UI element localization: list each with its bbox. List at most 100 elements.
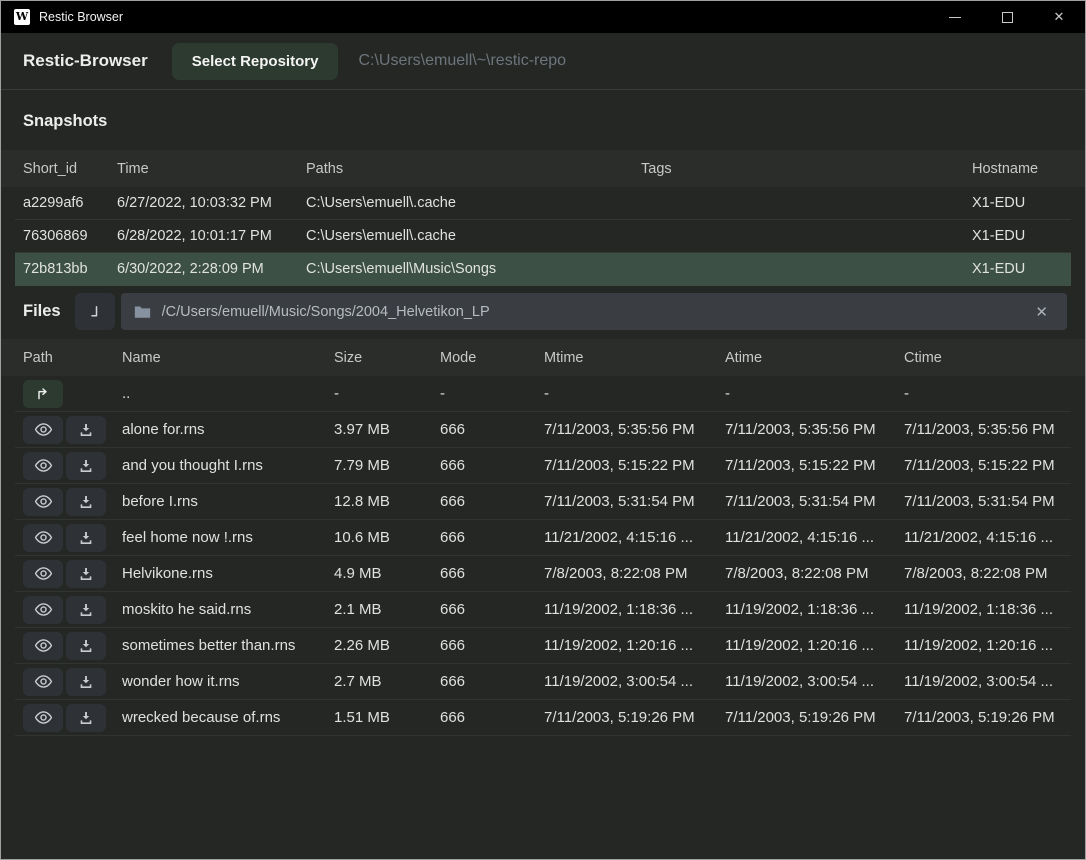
file-name: moskito he said.rns xyxy=(122,601,334,618)
file-row[interactable]: moskito he said.rns 2.1 MB 666 11/19/200… xyxy=(15,592,1071,628)
file-row[interactable]: wonder how it.rns 2.7 MB 666 11/19/2002,… xyxy=(15,664,1071,700)
titlebar: W Restic Browser ✕ xyxy=(1,1,1085,33)
file-ctime: 7/11/2003, 5:31:54 PM xyxy=(904,493,1063,510)
eye-icon xyxy=(34,530,53,545)
download-file-button[interactable] xyxy=(66,632,106,660)
download-file-button[interactable] xyxy=(66,560,106,588)
file-name: and you thought I.rns xyxy=(122,457,334,474)
file-mtime: 11/21/2002, 4:15:16 ... xyxy=(544,529,725,546)
snapshot-short-id: 72b813bb xyxy=(23,261,117,277)
file-mode: 666 xyxy=(440,421,544,438)
file-mtime: 7/11/2003, 5:35:56 PM xyxy=(544,421,725,438)
file-size: 12.8 MB xyxy=(334,493,440,510)
file-row[interactable]: and you thought I.rns 7.79 MB 666 7/11/2… xyxy=(15,448,1071,484)
minimize-button[interactable] xyxy=(929,1,981,33)
file-name: wonder how it.rns xyxy=(122,673,334,690)
column-name: Name xyxy=(122,350,334,366)
eye-icon xyxy=(34,422,53,437)
eye-icon xyxy=(34,638,53,653)
minimize-icon xyxy=(949,17,961,18)
preview-file-button[interactable] xyxy=(23,668,63,696)
column-time: Time xyxy=(117,161,306,177)
file-atime: 7/11/2003, 5:35:56 PM xyxy=(725,421,904,438)
download-file-button[interactable] xyxy=(66,452,106,480)
app-window-icon: W xyxy=(14,9,30,25)
close-button[interactable]: ✕ xyxy=(1033,1,1085,33)
clear-path-button[interactable]: ✕ xyxy=(1029,301,1054,323)
close-icon: ✕ xyxy=(1054,9,1065,25)
file-mtime: 11/19/2002, 1:20:16 ... xyxy=(544,637,725,654)
file-size: - xyxy=(334,385,440,402)
download-file-button[interactable] xyxy=(66,524,106,552)
select-repository-button[interactable]: Select Repository xyxy=(172,43,339,80)
download-icon xyxy=(78,422,94,438)
preview-file-button[interactable] xyxy=(23,452,63,480)
preview-file-button[interactable] xyxy=(23,560,63,588)
file-name: .. xyxy=(122,385,334,402)
file-size: 3.97 MB xyxy=(334,421,440,438)
goto-root-button[interactable] xyxy=(75,293,115,330)
download-icon xyxy=(78,710,94,726)
file-name: sometimes better than.rns xyxy=(122,637,334,654)
preview-file-button[interactable] xyxy=(23,632,63,660)
root-path-icon xyxy=(86,303,104,321)
download-file-button[interactable] xyxy=(66,668,106,696)
snapshot-row[interactable]: a2299af6 6/27/2022, 10:03:32 PM C:\Users… xyxy=(15,187,1071,220)
column-atime: Atime xyxy=(725,350,904,366)
file-mtime: 7/11/2003, 5:31:54 PM xyxy=(544,493,725,510)
snapshot-time: 6/27/2022, 10:03:32 PM xyxy=(117,195,306,211)
snapshot-hostname: X1-EDU xyxy=(972,195,1063,211)
file-row[interactable]: wrecked because of.rns 1.51 MB 666 7/11/… xyxy=(15,700,1071,736)
column-paths: Paths xyxy=(306,161,641,177)
download-file-button[interactable] xyxy=(66,596,106,624)
file-atime: 7/11/2003, 5:31:54 PM xyxy=(725,493,904,510)
file-atime: 7/8/2003, 8:22:08 PM xyxy=(725,565,904,582)
file-atime: 11/19/2002, 1:18:36 ... xyxy=(725,601,904,618)
file-row[interactable]: feel home now !.rns 10.6 MB 666 11/21/20… xyxy=(15,520,1071,556)
eye-icon xyxy=(34,710,53,725)
file-row[interactable]: before I.rns 12.8 MB 666 7/11/2003, 5:31… xyxy=(15,484,1071,520)
file-ctime: 7/11/2003, 5:35:56 PM xyxy=(904,421,1063,438)
download-icon xyxy=(78,638,94,654)
file-size: 1.51 MB xyxy=(334,709,440,726)
files-heading: Files xyxy=(23,302,61,321)
app-header: Restic-Browser Select Repository C:\User… xyxy=(1,33,1085,90)
snapshot-hostname: X1-EDU xyxy=(972,228,1063,244)
parent-directory-row[interactable]: .. - - - - - xyxy=(15,376,1071,412)
download-file-button[interactable] xyxy=(66,704,106,732)
file-row[interactable]: Helvikone.rns 4.9 MB 666 7/8/2003, 8:22:… xyxy=(15,556,1071,592)
column-ctime: Ctime xyxy=(904,350,1063,366)
snapshot-time: 6/30/2022, 2:28:09 PM xyxy=(117,261,306,277)
preview-file-button[interactable] xyxy=(23,488,63,516)
preview-file-button[interactable] xyxy=(23,596,63,624)
preview-file-button[interactable] xyxy=(23,704,63,732)
file-atime: 11/19/2002, 3:00:54 ... xyxy=(725,673,904,690)
file-row[interactable]: sometimes better than.rns 2.26 MB 666 11… xyxy=(15,628,1071,664)
download-file-button[interactable] xyxy=(66,488,106,516)
snapshot-paths: C:\Users\emuell\.cache xyxy=(306,195,641,211)
repository-path[interactable]: C:\Users\emuell\~\restic-repo xyxy=(358,52,566,70)
snapshot-short-id: a2299af6 xyxy=(23,195,117,211)
parent-directory-button[interactable] xyxy=(23,380,63,408)
snapshot-row-selected[interactable]: 72b813bb 6/30/2022, 2:28:09 PM C:\Users\… xyxy=(15,253,1071,286)
snapshot-row[interactable]: 76306869 6/28/2022, 10:01:17 PM C:\Users… xyxy=(15,220,1071,253)
eye-icon xyxy=(34,494,53,509)
eye-icon xyxy=(34,602,53,617)
snapshots-heading: Snapshots xyxy=(1,90,1085,150)
file-size: 4.9 MB xyxy=(334,565,440,582)
file-mtime: 11/19/2002, 1:18:36 ... xyxy=(544,601,725,618)
current-path-text: /C/Users/emuell/Music/Songs/2004_Helveti… xyxy=(162,304,1030,320)
file-name: before I.rns xyxy=(122,493,334,510)
current-path-input[interactable]: /C/Users/emuell/Music/Songs/2004_Helveti… xyxy=(121,293,1067,330)
preview-file-button[interactable] xyxy=(23,416,63,444)
snapshot-short-id: 76306869 xyxy=(23,228,117,244)
file-ctime: 11/19/2002, 1:18:36 ... xyxy=(904,601,1063,618)
file-size: 2.7 MB xyxy=(334,673,440,690)
file-row[interactable]: alone for.rns 3.97 MB 666 7/11/2003, 5:3… xyxy=(15,412,1071,448)
maximize-button[interactable] xyxy=(981,1,1033,33)
download-file-button[interactable] xyxy=(66,416,106,444)
file-mtime: 7/11/2003, 5:15:22 PM xyxy=(544,457,725,474)
maximize-icon xyxy=(1002,12,1013,23)
download-icon xyxy=(78,566,94,582)
preview-file-button[interactable] xyxy=(23,524,63,552)
